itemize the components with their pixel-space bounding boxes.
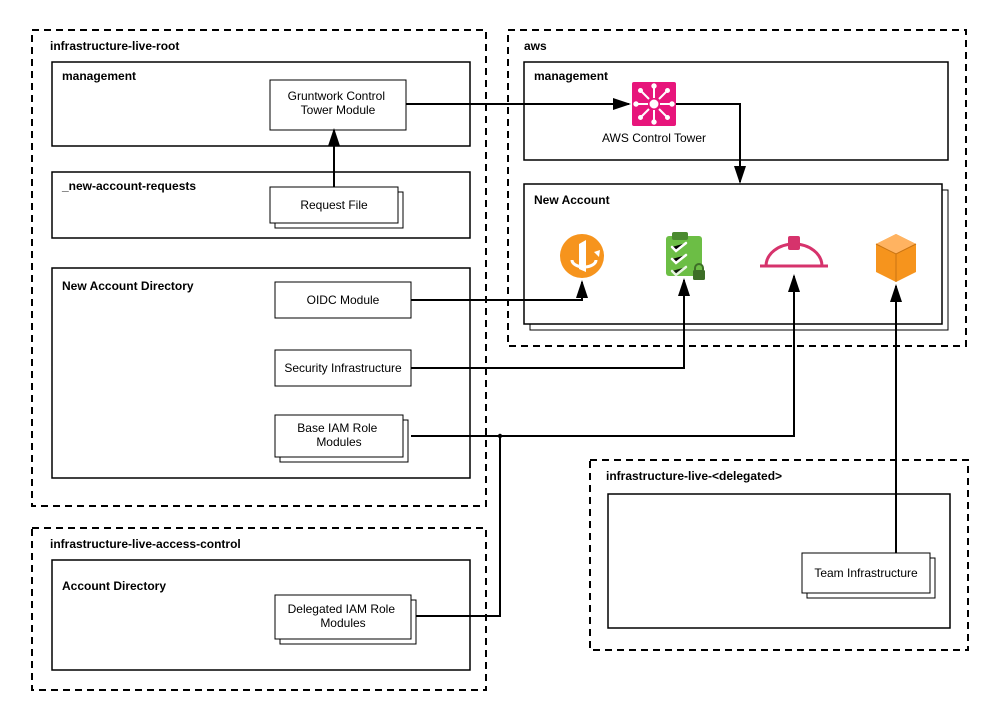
group-title: infrastructure-live-root	[50, 39, 179, 53]
module-label: Gruntwork Control Tower Module	[288, 89, 389, 117]
box-title: Account Directory	[62, 579, 166, 593]
architecture-diagram: infrastructure-live-root management Grun…	[0, 0, 983, 711]
group-title: infrastructure-live-<delegated>	[606, 469, 782, 483]
icon-label: AWS Control Tower	[602, 131, 706, 145]
cube-icon	[876, 234, 916, 282]
box-title: management	[534, 69, 608, 83]
box-title: _new-account-requests	[61, 179, 196, 193]
openid-icon	[560, 234, 604, 278]
box-title: management	[62, 69, 136, 83]
checklist-icon	[666, 232, 705, 280]
box-title: New Account	[534, 193, 610, 207]
module-label: Request File	[300, 198, 368, 212]
junction-dot	[498, 434, 502, 438]
group-title: aws	[524, 39, 547, 53]
group-title: infrastructure-live-access-control	[50, 537, 241, 551]
module-label: Team Infrastructure	[814, 566, 918, 580]
box-title: New Account Directory	[62, 279, 194, 293]
aws-control-tower-icon	[632, 82, 676, 126]
module-label: OIDC Module	[307, 293, 380, 307]
module-label: Security Infrastructure	[284, 361, 402, 375]
